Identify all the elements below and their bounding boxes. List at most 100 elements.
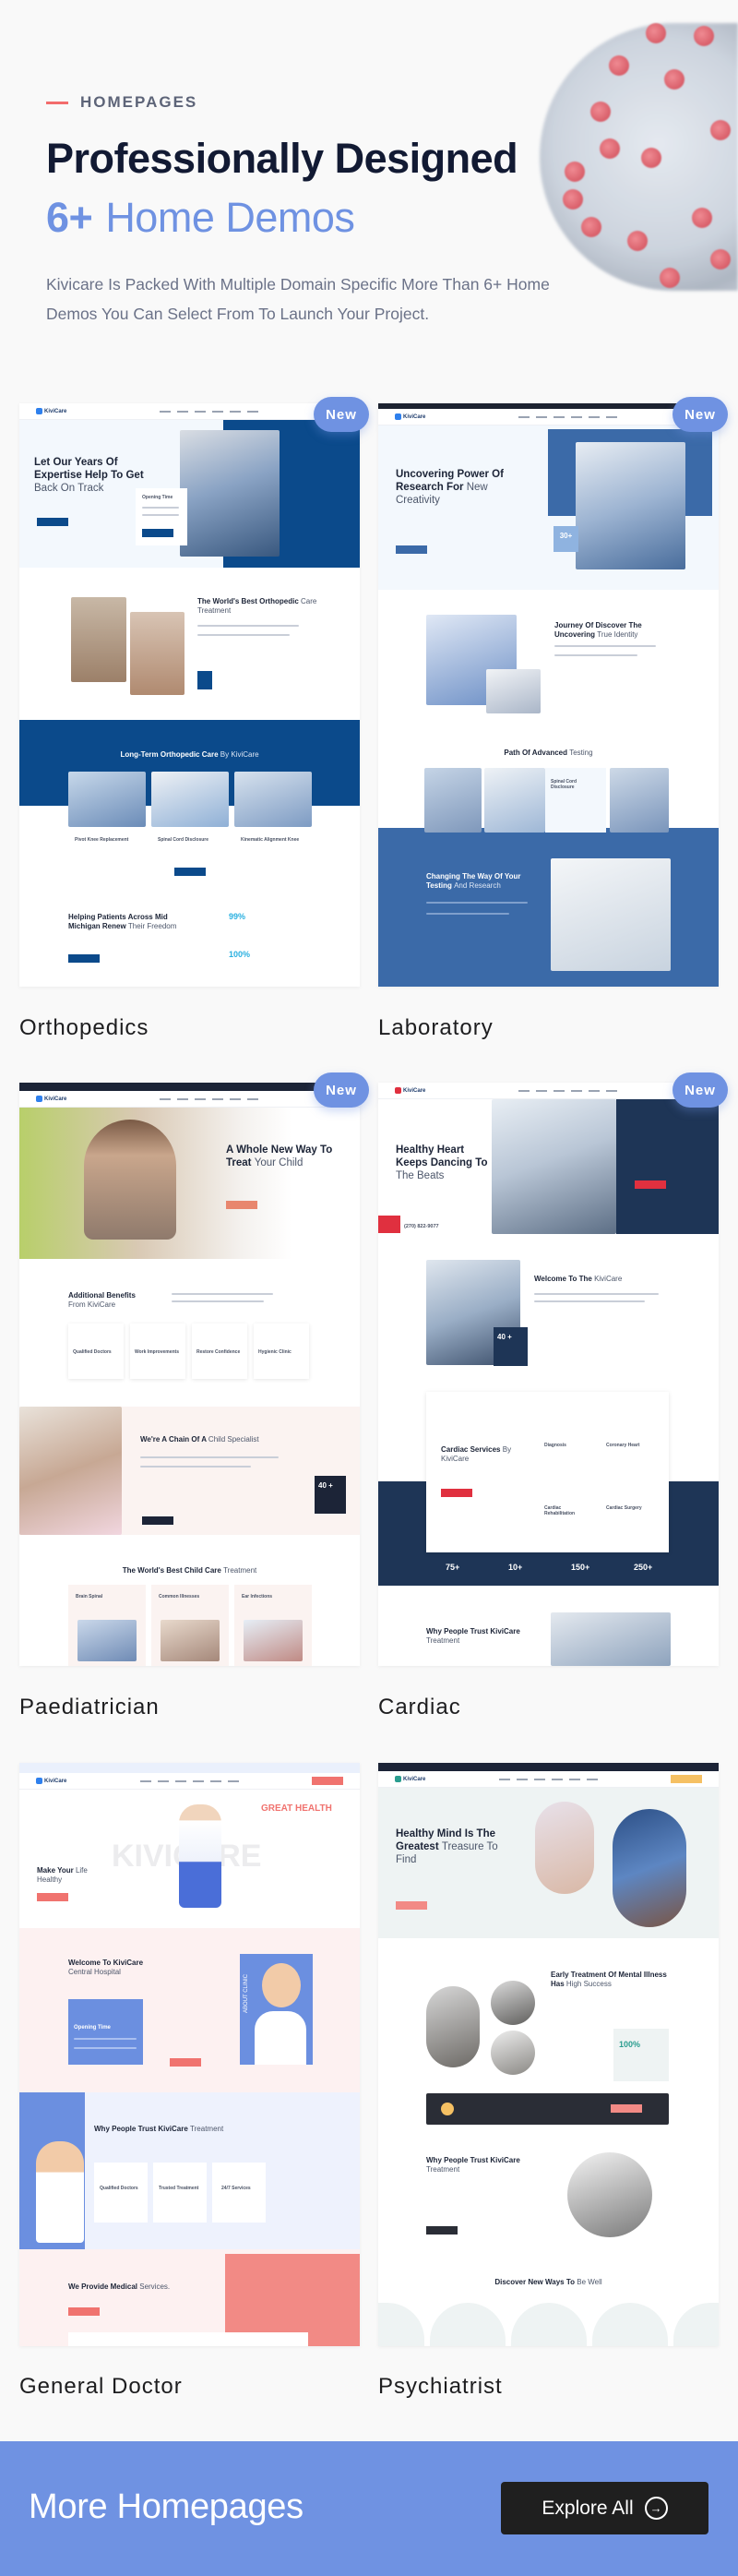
decorative-shape xyxy=(426,2226,458,2235)
thumb-stat: 250+ xyxy=(634,1563,653,1572)
new-badge: New xyxy=(673,1072,728,1108)
thumb-hero-panel xyxy=(616,1099,719,1234)
decorative-shape xyxy=(692,208,712,228)
decorative-shape xyxy=(140,1466,251,1468)
decorative-shape xyxy=(159,410,258,413)
decorative-shape xyxy=(535,1089,547,1092)
decorative-shape xyxy=(491,1981,535,2025)
decorative-shape xyxy=(194,1097,206,1100)
decorative-shape xyxy=(426,1986,480,2067)
decorative-shape xyxy=(68,772,146,827)
thumb-section-title: Why People Trust KiviCare Treatment xyxy=(94,2125,279,2134)
decorative-shape xyxy=(68,2332,308,2346)
decorative-shape xyxy=(36,408,42,414)
decorative-shape xyxy=(74,2038,137,2040)
decorative-shape: Let Our Years Of Expertise Help To Get xyxy=(34,457,144,481)
decorative-shape xyxy=(255,2011,306,2065)
decorative-shape xyxy=(660,268,680,288)
decorative-shape xyxy=(74,2047,137,2049)
thumb-stat: 99% xyxy=(229,912,246,921)
decorative-shape xyxy=(142,1516,173,1525)
demo-card-psychiatrist[interactable]: KiviCare Healthy Mind Is The Greatest Tr… xyxy=(378,1763,719,2346)
decorative-shape xyxy=(197,634,290,636)
decorative-shape: Spinal Cord Disclosure xyxy=(545,768,606,833)
thumb-nav: KiviCare xyxy=(378,1083,719,1099)
decorative-shape xyxy=(551,1778,563,1780)
thumb-logo: KiviCare xyxy=(36,1778,66,1784)
decorative-shape: Back On Track xyxy=(34,483,104,494)
decorative-shape xyxy=(565,162,585,182)
decorative-shape: KiviCare xyxy=(594,1275,623,1283)
demo-label[interactable]: Paediatrician xyxy=(19,1695,160,1720)
thumb-section-title: We're A Chain Of A Child Specialist xyxy=(140,1435,306,1444)
decorative-shape xyxy=(581,217,601,237)
decorative-shape xyxy=(170,2058,201,2067)
decorative-shape xyxy=(77,1620,137,1661)
decorative-shape: Discover New Ways To xyxy=(494,2278,576,2286)
decorative-shape xyxy=(192,1779,204,1782)
decorative-shape xyxy=(211,410,223,413)
decorative-shape xyxy=(641,148,661,168)
thumb-image xyxy=(130,612,184,695)
opening-card: Opening Time xyxy=(136,488,187,545)
decorative-shape xyxy=(518,415,530,418)
decorative-shape xyxy=(395,1776,401,1782)
decorative-shape xyxy=(234,772,312,827)
decorative-shape: Common Illnesses xyxy=(151,1585,229,1666)
decorative-shape xyxy=(533,1778,545,1780)
section-eyebrow: HOMEPAGES xyxy=(46,93,197,112)
decorative-shape xyxy=(37,1893,68,1901)
decorative-shape xyxy=(68,954,100,963)
thumb-section-title: Early Treatment Of Mental Illness Has Hi… xyxy=(551,1971,671,1989)
decorative-shape: We Provide Medical xyxy=(68,2282,137,2291)
decorative-shape xyxy=(710,249,731,270)
thumb-section-title: Additional Benefits From KiviCare xyxy=(68,1291,151,1310)
demo-card-cardiac[interactable]: KiviCare Healthy Heart Keeps Dancing To … xyxy=(378,1083,719,1666)
decorative-shape: Why People Trust KiviCare xyxy=(426,1627,520,1635)
decorative-shape xyxy=(568,1778,580,1780)
demo-card-orthopedics[interactable]: KiviCare Let Our Years Of Expertise Help… xyxy=(19,403,360,987)
new-badge: New xyxy=(314,1072,369,1108)
demo-card-general-doctor[interactable]: KiviCare KIVICARE GREAT HEALTH Make Your… xyxy=(19,1763,360,2346)
thumb-hero-image xyxy=(535,1802,594,1894)
decorative-shape: High Success xyxy=(565,1980,612,1988)
about-clinic-label: ABOUT CLINIC xyxy=(243,1974,249,2013)
decorative-shape xyxy=(590,102,611,122)
decorative-shape xyxy=(518,1089,617,1092)
decorative-shape xyxy=(511,2303,587,2346)
demo-label[interactable]: Laboratory xyxy=(378,1015,494,1041)
decorative-shape: Ear Infections xyxy=(234,1585,312,1666)
decorative-shape: 100% xyxy=(613,2029,669,2081)
decorative-shape xyxy=(209,1779,221,1782)
thumb-section-title: Long-Term Orthopedic Care By KiviCare xyxy=(19,750,360,760)
demo-card-laboratory[interactable]: KiviCare 30+ Uncovering Power Of Researc… xyxy=(378,403,719,987)
thumb-section-title: Path Of Advanced Testing xyxy=(378,749,719,758)
decorative-shape xyxy=(194,410,206,413)
demo-label[interactable]: Cardiac xyxy=(378,1695,461,1720)
thumb-section-title: Welcome To KiviCare Central Hospital xyxy=(68,1959,161,1977)
decorative-shape: True Identity xyxy=(597,630,638,639)
page-title: Professionally Designed xyxy=(46,135,518,182)
decorative-shape xyxy=(176,1097,188,1100)
decorative-shape xyxy=(174,868,206,876)
decorative-shape: Central Hospital xyxy=(68,1968,121,1976)
feature-name: Trusted Treatment xyxy=(159,2186,199,2191)
service-name: Pivot Knee Replacement xyxy=(75,837,129,843)
thumb-section-title: The World's Best Orthopedic Care Treatme… xyxy=(197,597,317,616)
decorative-shape: Why People Trust KiviCare xyxy=(94,2125,188,2133)
decorative-shape: Child Specialist xyxy=(208,1435,259,1444)
decorative-shape xyxy=(36,1096,42,1102)
decorative-shape: Opening Time xyxy=(142,495,173,500)
thumb-section-title: The World's Best Child Care Treatment xyxy=(19,1566,360,1576)
demo-label[interactable]: Psychiatrist xyxy=(378,2374,503,2400)
thumb-image xyxy=(567,2152,652,2237)
decorative-shape: Welcome To KiviCare xyxy=(68,1959,144,1967)
decorative-shape xyxy=(570,1089,582,1092)
doctor-illustration xyxy=(179,1804,221,1908)
decorative-shape xyxy=(441,1489,472,1497)
explore-all-button[interactable]: Explore All → xyxy=(501,2482,708,2534)
demo-card-paediatrician[interactable]: KiviCare A Whole New Way To Treat Your C… xyxy=(19,1083,360,1666)
thumb-image xyxy=(19,1407,122,1535)
demo-label[interactable]: Orthopedics xyxy=(19,1015,149,1041)
demo-label[interactable]: General Doctor xyxy=(19,2374,183,2400)
